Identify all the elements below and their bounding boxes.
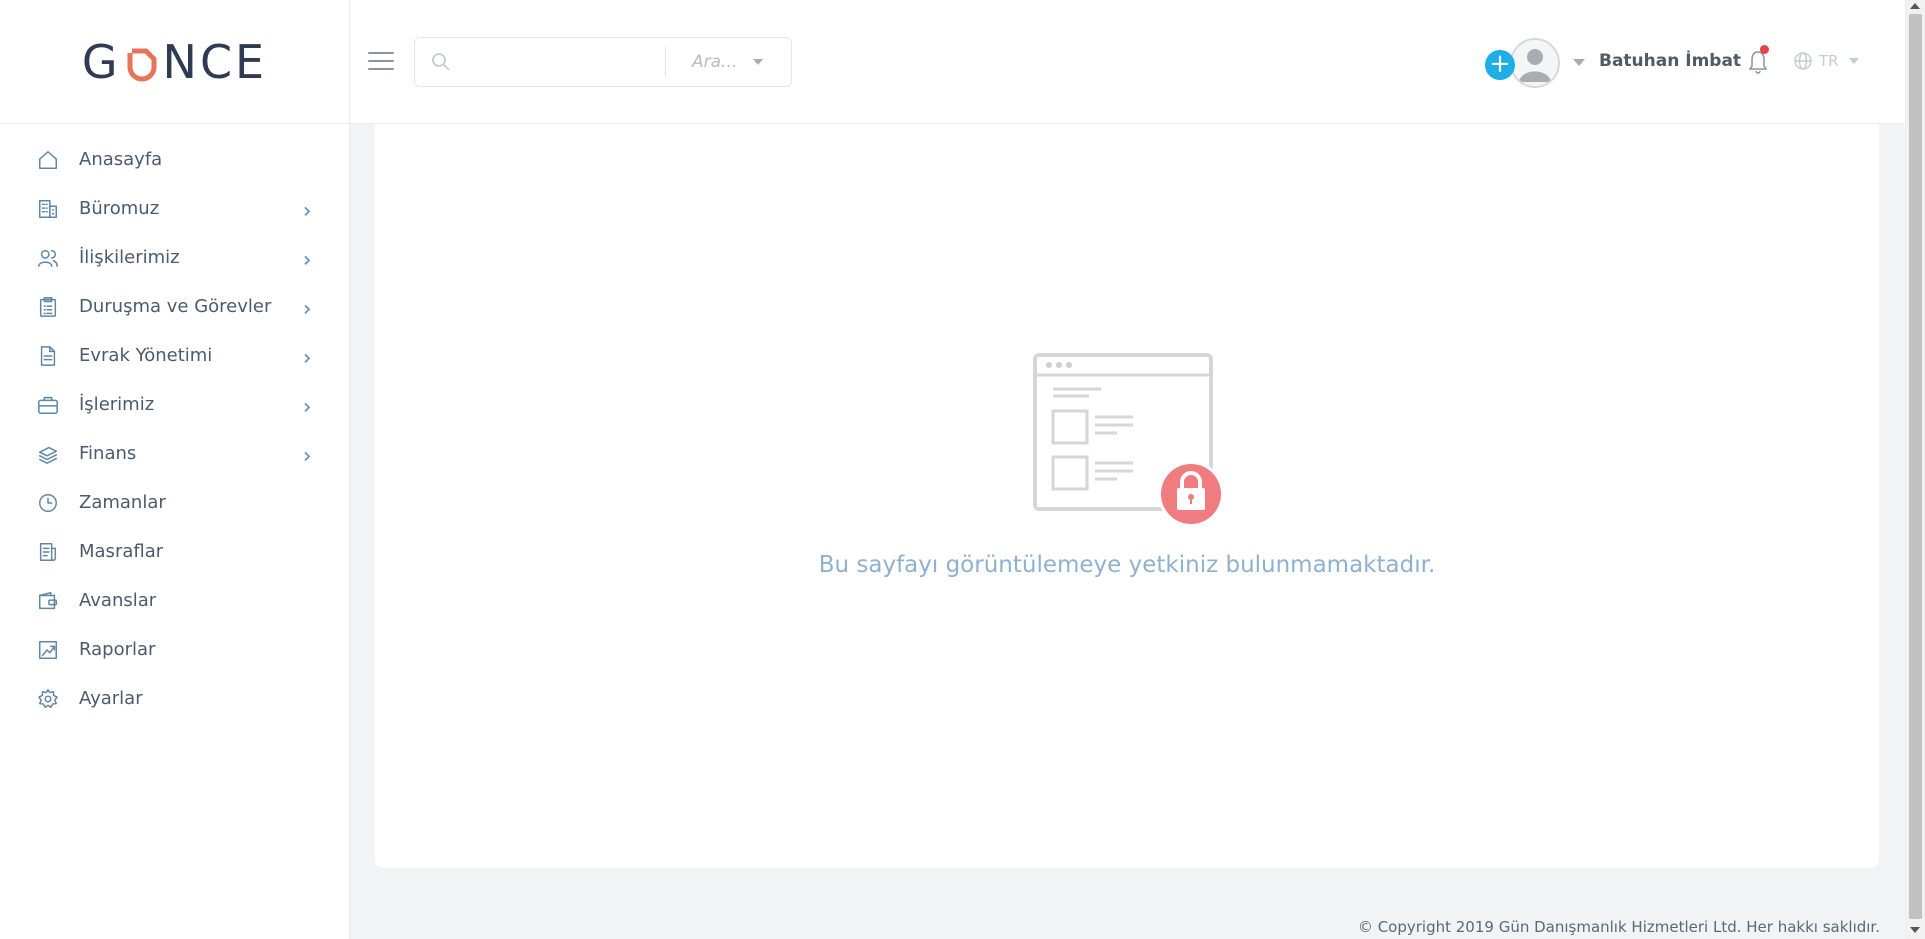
logo-text-left: G xyxy=(81,34,121,89)
logo-mark-icon xyxy=(124,42,160,82)
sidebar-item-islerimiz[interactable]: İşlerimiz xyxy=(0,380,349,429)
wallet-icon xyxy=(36,589,60,613)
chevron-right-icon xyxy=(301,202,313,216)
search-box: Ara... xyxy=(414,37,792,87)
sidebar-item-label: Evrak Yönetimi xyxy=(79,345,213,366)
menu-toggle-icon[interactable] xyxy=(368,52,394,70)
sidebar-item-label: Ayarlar xyxy=(79,688,143,709)
sidebar-item-label: Avanslar xyxy=(79,590,157,611)
sidebar-item-iliskilerimiz[interactable]: İlişkilerimiz xyxy=(0,233,349,282)
sidebar-item-label: Zamanlar xyxy=(79,492,166,513)
avatar[interactable] xyxy=(1510,38,1560,88)
access-denied-illustration xyxy=(1025,351,1225,531)
search-icon xyxy=(431,52,451,72)
access-denied-message: Bu sayfayı görüntülemeye yetkiniz bulunm… xyxy=(818,552,1436,578)
sidebar-item-label: Büromuz xyxy=(79,198,160,219)
sidebar-nav: Anasayfa Büromuz İlişkilerimiz Duruşma v… xyxy=(0,124,349,723)
language-label: TR xyxy=(1819,52,1839,70)
search-input[interactable] xyxy=(459,42,659,82)
gear-icon xyxy=(36,687,60,711)
sidebar-item-anasayfa[interactable]: Anasayfa xyxy=(0,135,349,184)
search-filter-select[interactable]: Ara... xyxy=(666,52,764,72)
receipt-icon xyxy=(36,540,60,564)
sidebar-item-label: Finans xyxy=(79,443,137,464)
scrollbar-thumb[interactable] xyxy=(1909,14,1922,919)
sidebar-item-masraflar[interactable]: Masraflar xyxy=(0,527,349,576)
sidebar-item-label: Raporlar xyxy=(79,639,156,660)
page-scrollbar[interactable] xyxy=(1905,0,1925,939)
sidebar-item-evrak-yonetimi[interactable]: Evrak Yönetimi xyxy=(0,331,349,380)
sidebar-item-label: Anasayfa xyxy=(79,149,163,170)
sidebar-item-label: İşlerimiz xyxy=(79,394,155,415)
sidebar-item-durusma-ve-gorevler[interactable]: Duruşma ve Görevler xyxy=(0,282,349,331)
scroll-down-arrow-icon[interactable] xyxy=(1910,927,1920,933)
language-selector[interactable]: TR xyxy=(1793,51,1859,71)
sidebar-item-label: Masraflar xyxy=(79,541,164,562)
sidebar-item-ayarlar[interactable]: Ayarlar xyxy=(0,674,349,723)
money-stack-icon xyxy=(36,442,60,466)
chevron-right-icon xyxy=(301,251,313,265)
chevron-right-icon xyxy=(301,398,313,412)
sidebar-item-label: Duruşma ve Görevler xyxy=(79,296,272,317)
building-icon xyxy=(36,197,60,221)
chevron-right-icon xyxy=(301,349,313,363)
sidebar: G NCE Anasayfa Büromuz İlişkilerimiz Dur… xyxy=(0,0,350,939)
sidebar-item-finans[interactable]: Finans xyxy=(0,429,349,478)
chevron-right-icon xyxy=(301,300,313,314)
users-icon xyxy=(36,246,60,270)
notification-dot xyxy=(1760,45,1769,54)
document-icon xyxy=(36,344,60,368)
top-header: Ara... + Batuhan İmbat TR xyxy=(350,0,1905,124)
clipboard-list-icon xyxy=(36,295,60,319)
user-name[interactable]: Batuhan İmbat xyxy=(1599,51,1741,71)
logo[interactable]: G NCE xyxy=(0,0,349,124)
clock-icon xyxy=(36,491,60,515)
chevron-down-icon xyxy=(1848,58,1859,64)
chevron-right-icon xyxy=(301,447,313,461)
chart-report-icon xyxy=(36,638,60,662)
scroll-up-arrow-icon[interactable] xyxy=(1910,3,1920,9)
sidebar-item-raporlar[interactable]: Raporlar xyxy=(0,625,349,674)
footer-copyright: © Copyright 2019 Gün Danışmanlık Hizmetl… xyxy=(1357,918,1880,936)
home-icon xyxy=(36,148,60,172)
search-filter-label: Ara... xyxy=(692,52,738,72)
logo-text: G NCE xyxy=(82,35,267,89)
globe-icon xyxy=(1794,52,1812,70)
sidebar-item-zamanlar[interactable]: Zamanlar xyxy=(0,478,349,527)
sidebar-item-label: İlişkilerimiz xyxy=(79,247,180,268)
add-button[interactable]: + xyxy=(1485,50,1515,80)
logo-text-right: NCE xyxy=(162,34,268,89)
briefcase-icon xyxy=(36,393,60,417)
sidebar-item-buromuz[interactable]: Büromuz xyxy=(0,184,349,233)
sidebar-item-avanslar[interactable]: Avanslar xyxy=(0,576,349,625)
user-menu-caret-icon[interactable] xyxy=(1573,59,1585,66)
chevron-down-icon xyxy=(753,59,764,65)
main-content-card: Bu sayfayı görüntülemeye yetkiniz bulunm… xyxy=(375,124,1879,868)
